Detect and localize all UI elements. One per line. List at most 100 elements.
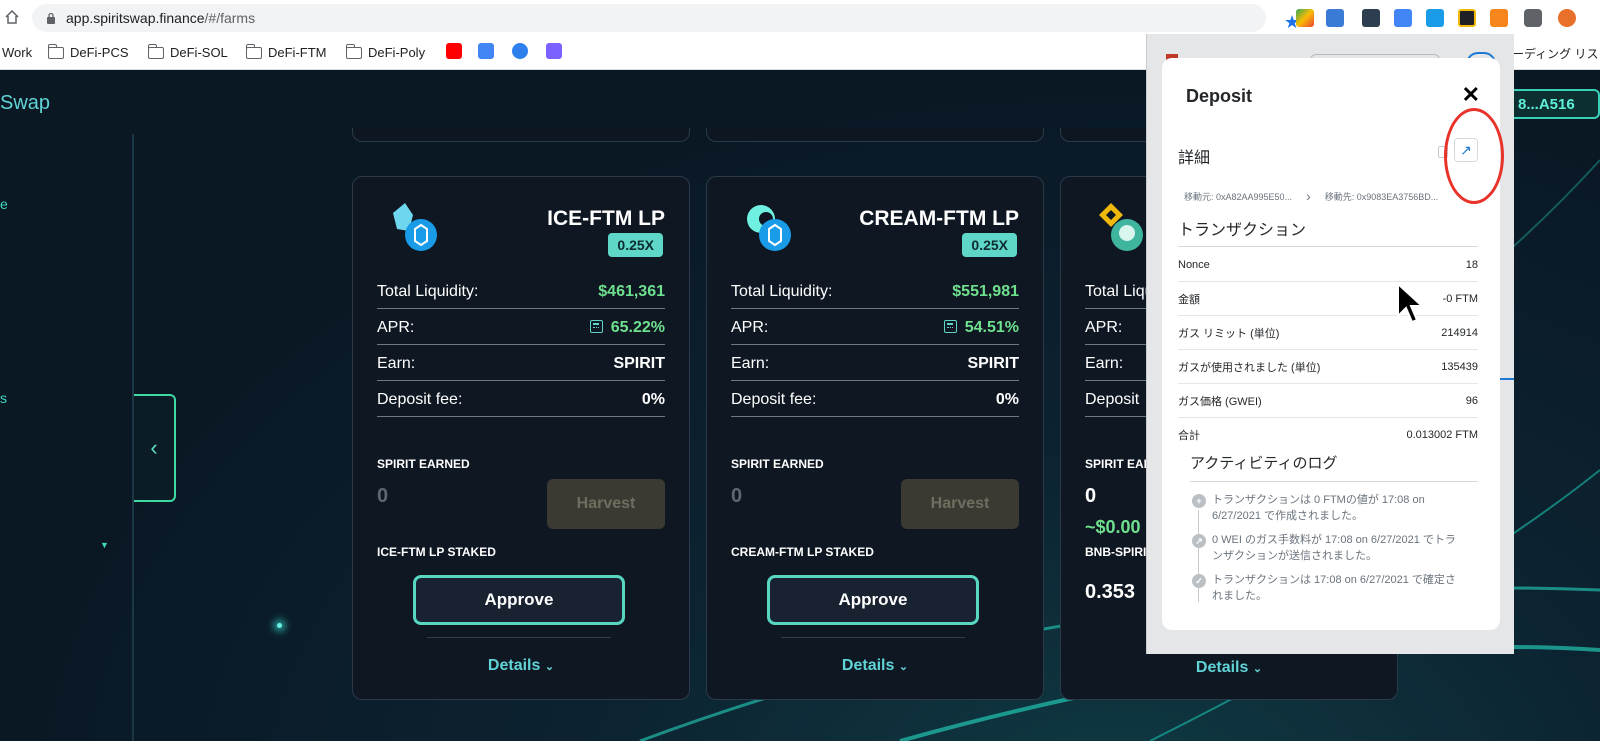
extension-translate-icon[interactable] [1394,9,1412,27]
tx-value: -0 FTM [1442,292,1478,305]
harvest-button[interactable]: Harvest [547,479,665,529]
bookmark-work[interactable]: Work [2,45,32,60]
earn-token: SPIRIT [967,354,1019,372]
activity-log-heading: アクティビティのログ [1190,452,1478,482]
bookmark-folder-defi-ftm[interactable]: DeFi-FTM [245,43,327,60]
bookmark-label: DeFi-Poly [368,45,426,60]
spirit-earned-label: SPIRIT EARNED [731,457,824,471]
spirit-earned-value: 0 [377,485,389,507]
sidebar-item-fragment[interactable]: e [0,196,8,212]
details-toggle[interactable]: Details ⌄ [1061,659,1397,677]
url-text[interactable]: app.spiritswap.finance/#/farms [66,10,255,26]
activity-log-text: 0 WEI のガス手数料が 17:08 on 6/27/2021 でトランザクシ… [1212,534,1456,562]
calculator-icon[interactable] [943,319,957,333]
row-label: Deposit [1085,390,1140,408]
approve-button[interactable]: Approve [413,575,625,625]
modal-title: Deposit [1186,86,1253,106]
folder-icon [345,43,362,59]
details-toggle[interactable]: Details ⌄ [353,657,689,675]
wallet-address-button[interactable]: 8...A516 [1504,89,1600,119]
spirit-earned-value: 0 [731,485,743,507]
extension-s-icon[interactable] [1326,9,1344,27]
previous-card-bottom [1060,128,1160,142]
activity-log-text: トランザクションは 17:08 on 6/27/2021 で確定されました。 [1212,574,1456,602]
row-label: APR: [731,318,769,336]
tx-row-gas-limit: ガス リミット (単位) 214914 [1178,316,1478,350]
bookmark-label: DeFi-PCS [70,45,129,60]
tx-label: Nonce [1178,258,1210,271]
deposit-fee-row: Deposit fee: 0% [731,383,1019,417]
home-icon[interactable] [4,9,20,25]
harvest-button[interactable]: Harvest [901,479,1019,529]
apr-value-group: 54.51% [943,319,1019,337]
bookmark-folder-defi-pcs[interactable]: DeFi-PCS [47,43,129,60]
tx-label: 金額 [1178,293,1200,306]
deposit-fee-value: 0% [995,390,1019,408]
tx-row-gas-used: ガスが使用されました (単位) 135439 [1178,350,1478,384]
tx-value: 214914 [1441,326,1478,339]
earned-usd-value: ~$0.00 [1085,517,1141,537]
folder-icon [147,43,164,59]
tx-value: 18 [1465,258,1478,271]
folder-icon [47,43,64,59]
multiplier-badge: 0.25X [962,233,1017,257]
tx-label: ガス リミット (単位) [1178,327,1280,340]
tx-row-amount: 金額 -0 FTM [1178,282,1478,316]
total-liquidity-value: $461,361 [598,282,665,300]
tx-label: ガス価格 (GWEI) [1178,395,1262,408]
sidebar-caret-icon[interactable]: ▼ [100,540,109,550]
approve-button[interactable]: Approve [767,575,979,625]
profile-avatar-icon[interactable] [1558,9,1576,27]
row-label: Earn: [731,354,770,372]
from-address[interactable]: 移動元: 0xA82AA995E50... [1184,190,1292,203]
bookmark-folder-defi-poly[interactable]: DeFi-Poly [345,43,426,60]
spirit-earned-label: SPIRIT EARNED [377,457,470,471]
activity-log-timeline [1198,510,1199,602]
total-liquidity-row: Total Liquidity: $551,981 [731,275,1019,309]
extension-palette-icon[interactable] [1296,9,1314,27]
arrow-up-right-icon: ↗ [1192,534,1206,548]
extensions-puzzle-icon[interactable] [1524,9,1542,27]
multiplier-badge: 0.25X [608,233,663,257]
row-label: Deposit fee: [731,390,817,408]
staked-label: BNB-SPIRI [1085,545,1147,559]
row-label: Total Liquidity: [377,282,479,300]
tx-row-total: 合計 0.013002 FTM [1178,418,1478,452]
details-toggle[interactable]: Details ⌄ [707,657,1043,675]
close-icon[interactable]: ✕ [1462,84,1480,106]
calculator-icon[interactable] [589,319,603,333]
apr-row: APR: 54.51% [731,311,1019,345]
browser-toolbar: app.spiritswap.finance/#/farms ★ [0,0,1600,36]
metamask-fox-icon[interactable] [1490,9,1508,27]
tx-label: ガスが使用されました (単位) [1178,361,1321,374]
staked-value: 0.353 [1085,581,1136,603]
sidebar-item-fragment[interactable]: s [0,390,7,406]
extension-skype-icon[interactable] [1426,9,1444,27]
google-translate-icon[interactable] [478,43,494,59]
extension-dots-icon[interactable] [1362,9,1380,27]
extension-binance-icon[interactable] [1458,9,1476,27]
bookmark-folder-defi-sol[interactable]: DeFi-SOL [147,43,228,60]
spirit-earned-value: 0 [1085,485,1097,507]
row-label: Earn: [1085,354,1124,372]
spirit-earned-label: SPIRIT EAI [1085,457,1148,471]
bnb-spirit-logo-icon [1099,203,1143,251]
row-label: APR: [1085,318,1123,336]
tx-row-gas-price: ガス価格 (GWEI) 96 [1178,384,1478,418]
annotation-red-circle [1444,108,1504,204]
bookmarks-overflow[interactable]: ーディング リス [1512,45,1599,62]
tx-value: 96 [1465,394,1478,407]
lock-icon[interactable] [46,12,56,24]
brand-name[interactable]: Swap [0,92,50,115]
staked-label: ICE-FTM LP STAKED [377,545,496,559]
bookmark-purple-icon[interactable] [546,43,562,59]
card-divider [781,637,965,638]
youtube-icon[interactable] [446,43,462,59]
tx-value: 135439 [1441,360,1478,373]
row-label: Deposit fee: [377,390,463,408]
address-bar[interactable]: app.spiritswap.finance/#/farms ★ [32,4,1300,32]
collapse-sidebar-button[interactable]: ‹ [134,394,176,502]
bookmark-blue-icon[interactable] [512,43,528,59]
tx-value: 0.013002 FTM [1406,429,1478,441]
to-address[interactable]: 移動先: 0x9083EA3756BD... [1325,190,1439,203]
